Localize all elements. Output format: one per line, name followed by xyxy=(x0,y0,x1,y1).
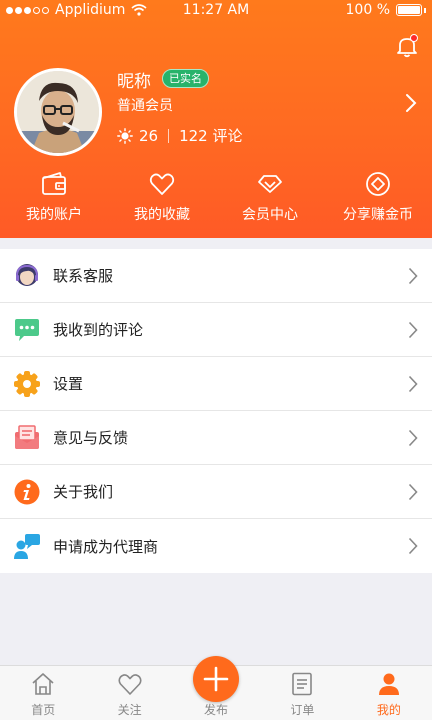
comment-icon xyxy=(15,319,39,341)
chevron-right-icon xyxy=(408,537,418,555)
tab-label: 订单 xyxy=(290,703,315,717)
diamond-icon xyxy=(258,175,282,193)
status-bar: Applidium 11:27 AM 100 % xyxy=(0,0,432,22)
coin-icon xyxy=(366,172,390,196)
heart-outline-icon xyxy=(118,674,142,695)
tab-following[interactable]: 关注 xyxy=(86,666,172,720)
tab-label: 首页 xyxy=(31,703,56,717)
order-icon xyxy=(292,672,313,696)
quick-action-membership[interactable]: 会员中心 xyxy=(216,168,324,230)
chevron-right-icon xyxy=(408,321,418,338)
battery-percent: 100 % xyxy=(345,2,390,18)
sun-icon xyxy=(117,127,133,144)
quick-action-label: 会员中心 xyxy=(242,207,298,223)
wallet-icon xyxy=(42,172,66,195)
menu-item-label: 联系客服 xyxy=(53,267,114,285)
notification-bell-icon[interactable] xyxy=(396,34,418,58)
profile-header: Applidium 11:27 AM 100 % 昵称 已实名 普通会员 26 … xyxy=(0,0,432,238)
tab-label: 我的 xyxy=(376,703,401,717)
menu-item-settings[interactable]: 设置 xyxy=(0,357,432,411)
nickname: 昵称 xyxy=(117,72,151,92)
menu-item-customer-service[interactable]: 联系客服 xyxy=(0,249,432,303)
publish-button[interactable] xyxy=(193,656,239,702)
plus-icon xyxy=(203,666,229,692)
notification-dot xyxy=(410,34,418,42)
menu-item-label: 我收到的评论 xyxy=(53,321,144,339)
quick-action-share-earn[interactable]: 分享赚金币 xyxy=(324,168,432,230)
member-level: 普通会员 xyxy=(117,98,173,114)
menu-item-label: 设置 xyxy=(53,375,84,393)
quick-action-label: 分享赚金币 xyxy=(343,207,413,223)
tab-orders[interactable]: 订单 xyxy=(259,666,345,720)
feedback-icon xyxy=(15,425,39,449)
status-right: 100 % xyxy=(346,2,426,18)
heart-icon xyxy=(149,173,175,195)
chevron-right-icon xyxy=(408,375,418,392)
points-count: 26 xyxy=(139,126,159,145)
home-icon xyxy=(32,673,54,695)
customer-service-icon xyxy=(16,264,38,286)
menu-item-label: 意见与反馈 xyxy=(53,429,129,447)
quick-actions: 我的账户 我的收藏 会员中心 分享赚金币 xyxy=(0,168,432,230)
quick-action-account[interactable]: 我的账户 xyxy=(0,168,108,230)
stats-divider xyxy=(168,128,170,143)
quick-action-label: 我的收藏 xyxy=(134,207,190,223)
chevron-right-icon xyxy=(408,267,418,284)
settings-menu: 联系客服 我收到的评论 设置 意见与反馈 关于我们 申请成为代理商 xyxy=(0,249,432,573)
profile-chevron-right-icon[interactable] xyxy=(404,92,418,114)
tab-mine[interactable]: 我的 xyxy=(346,666,432,720)
user-icon xyxy=(378,673,399,695)
quick-action-label: 我的账户 xyxy=(26,207,82,223)
chevron-right-icon xyxy=(408,483,418,500)
profile-stats: 26 122 评论 xyxy=(117,125,243,146)
settings-icon xyxy=(14,371,40,397)
menu-item-feedback[interactable]: 意见与反馈 xyxy=(0,411,432,465)
menu-item-label: 关于我们 xyxy=(53,483,114,501)
battery-icon xyxy=(396,4,422,16)
menu-item-received-comments[interactable]: 我收到的评论 xyxy=(0,303,432,357)
chevron-right-icon xyxy=(408,429,418,446)
quick-action-favorites[interactable]: 我的收藏 xyxy=(108,168,216,230)
info-icon xyxy=(14,479,40,505)
comments-count[interactable]: 122 评论 xyxy=(179,125,242,146)
avatar[interactable] xyxy=(14,68,102,156)
menu-item-become-agent[interactable]: 申请成为代理商 xyxy=(0,519,432,573)
agent-icon xyxy=(14,534,40,559)
tab-label: 发布 xyxy=(204,703,229,717)
tab-label: 关注 xyxy=(117,703,142,717)
menu-item-label: 申请成为代理商 xyxy=(53,537,159,556)
menu-item-about-us[interactable]: 关于我们 xyxy=(0,465,432,519)
tab-home[interactable]: 首页 xyxy=(0,666,86,720)
verified-badge: 已实名 xyxy=(162,69,209,88)
